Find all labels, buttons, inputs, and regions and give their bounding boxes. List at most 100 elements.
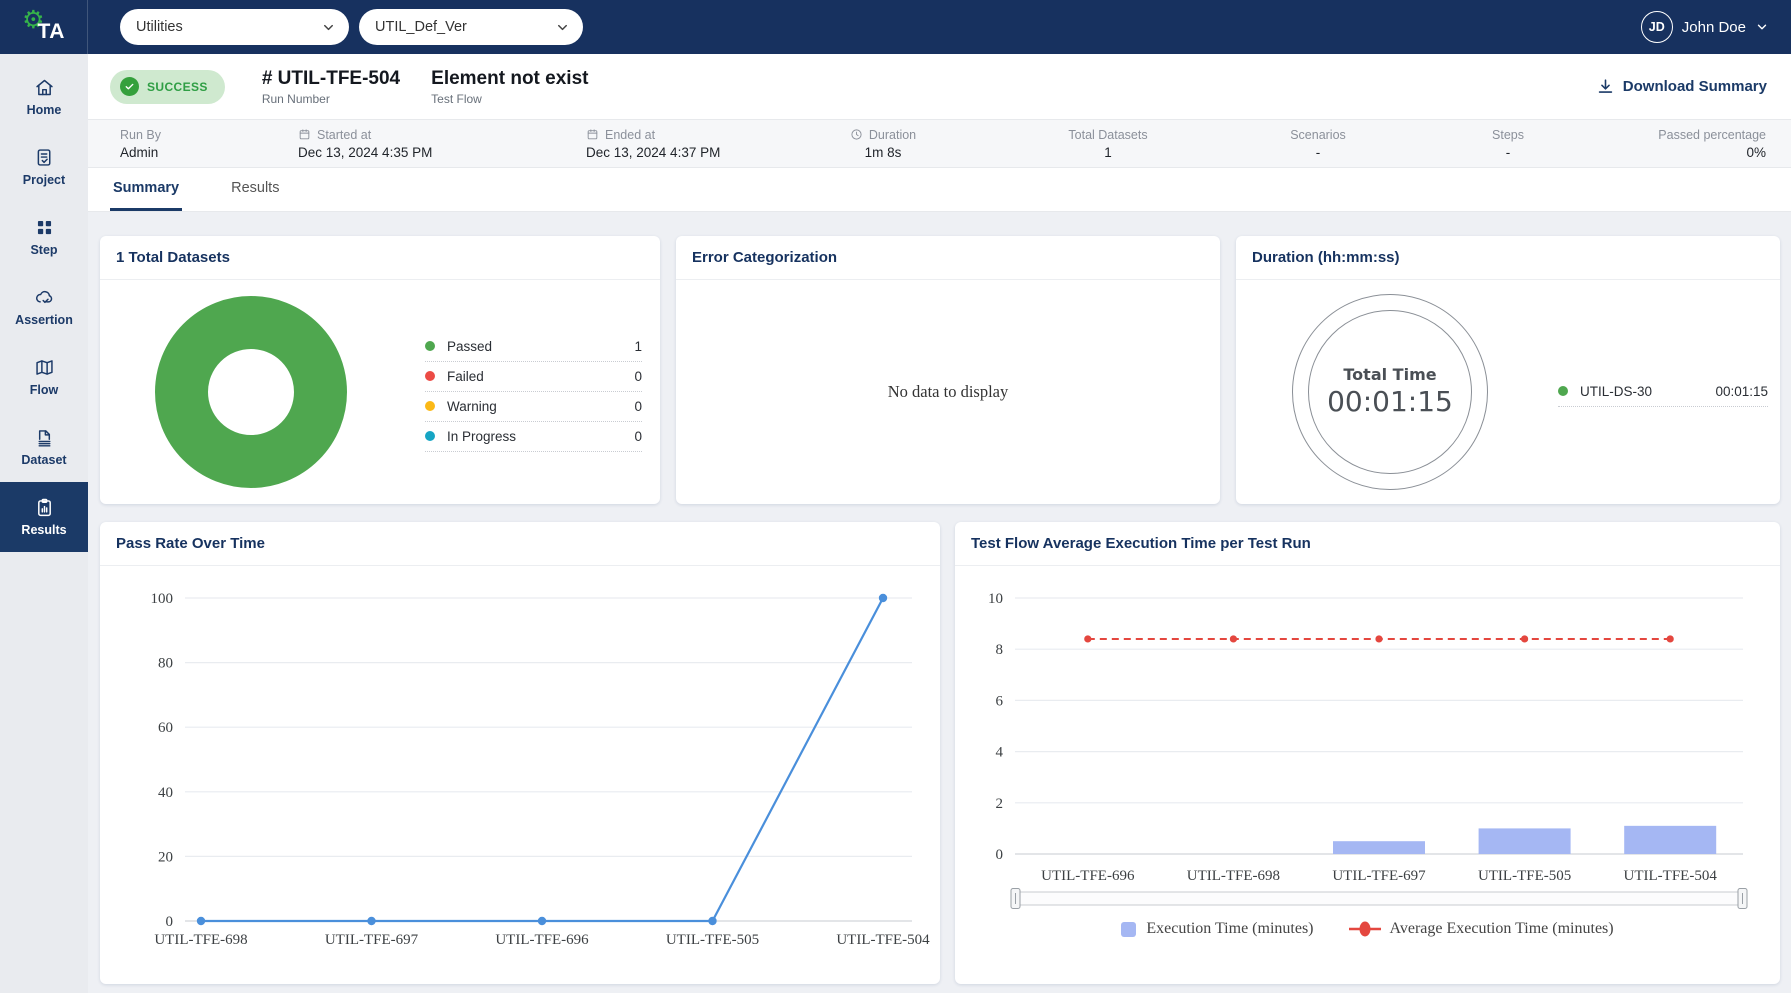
project-dropdown[interactable]: Utilities bbox=[120, 9, 349, 45]
sidebar-item-dataset[interactable]: Dataset bbox=[0, 412, 88, 482]
execution-time-bar[interactable] bbox=[1624, 826, 1716, 854]
logo-text: TA bbox=[37, 20, 64, 44]
bar-chart-legend: Execution Time (minutes) Average Executi… bbox=[955, 920, 1780, 938]
legend-average-execution-time[interactable]: Average Execution Time (minutes) bbox=[1348, 920, 1614, 938]
duration-legend: UTIL-DS-30 00:01:15 bbox=[1558, 377, 1768, 407]
dataset-dot bbox=[1558, 386, 1568, 396]
info-steps: Steps - bbox=[1373, 128, 1643, 160]
test-flow-name: Element not exist bbox=[431, 68, 588, 90]
calendar-icon bbox=[586, 128, 599, 141]
average-point[interactable] bbox=[1230, 635, 1237, 642]
info-scenarios: Scenarios - bbox=[1263, 128, 1373, 160]
info-started-at: Started at Dec 13, 2024 4:35 PM bbox=[288, 128, 578, 160]
legend-execution-time[interactable]: Execution Time (minutes) bbox=[1121, 920, 1313, 938]
axis-label: UTIL-TFE-505 bbox=[1478, 868, 1571, 884]
download-icon bbox=[1596, 77, 1615, 96]
avatar: JD bbox=[1641, 11, 1673, 43]
axis-label: 60 bbox=[158, 720, 173, 736]
info-duration: Duration 1m 8s bbox=[813, 128, 953, 160]
axis-label: UTIL-TFE-696 bbox=[1041, 868, 1135, 884]
axis-label: 0 bbox=[996, 847, 1004, 863]
user-name: John Doe bbox=[1682, 19, 1746, 36]
download-summary-button[interactable]: Download Summary bbox=[1596, 77, 1767, 96]
total-datasets-card: 1 Total Datasets Passed 1 Failed bbox=[100, 236, 660, 504]
axis-label: UTIL-TFE-697 bbox=[1332, 868, 1426, 884]
version-dropdown-value: UTIL_Def_Ver bbox=[375, 19, 467, 35]
info-ended-at: Ended at Dec 13, 2024 4:37 PM bbox=[578, 128, 813, 160]
axis-label: UTIL-TFE-698 bbox=[154, 932, 247, 948]
test-flow-block: Element not exist Test Flow bbox=[431, 68, 588, 106]
average-point[interactable] bbox=[1667, 635, 1674, 642]
sidebar-item-step[interactable]: Step bbox=[0, 202, 88, 272]
card-title: Error Categorization bbox=[676, 236, 1220, 280]
home-icon bbox=[34, 77, 55, 98]
sidebar-item-results[interactable]: Results bbox=[0, 482, 88, 552]
data-point[interactable] bbox=[197, 917, 205, 925]
bar-swatch-icon bbox=[1121, 922, 1136, 937]
axis-label: 6 bbox=[996, 693, 1004, 709]
legend-item-failed: Failed 0 bbox=[425, 362, 642, 392]
axis-label: 10 bbox=[988, 591, 1003, 607]
run-number-block: # UTIL-TFE-504 Run Number bbox=[262, 68, 400, 106]
zoom-slider-track[interactable] bbox=[1015, 892, 1743, 905]
data-point[interactable] bbox=[367, 917, 375, 925]
total-time-value: 00:01:15 bbox=[1327, 385, 1453, 418]
tab-bar: Summary Results bbox=[88, 168, 1791, 212]
version-dropdown[interactable]: UTIL_Def_Ver bbox=[359, 9, 583, 45]
run-header: SUCCESS # UTIL-TFE-504 Run Number Elemen… bbox=[88, 54, 1791, 119]
legend-item-warning: Warning 0 bbox=[425, 392, 642, 422]
sidebar-item-flow[interactable]: Flow bbox=[0, 342, 88, 412]
main-area: SUCCESS # UTIL-TFE-504 Run Number Elemen… bbox=[88, 54, 1791, 993]
axis-label: UTIL-TFE-698 bbox=[1187, 868, 1280, 884]
card-title: Duration (hh:mm:ss) bbox=[1236, 236, 1780, 280]
sidebar: Home Project Step Assertion bbox=[0, 54, 88, 993]
failed-dot bbox=[425, 371, 435, 381]
data-point[interactable] bbox=[538, 917, 546, 925]
execution-time-bar[interactable] bbox=[1333, 841, 1425, 854]
axis-label: UTIL-TFE-504 bbox=[836, 932, 930, 948]
project-icon bbox=[34, 147, 55, 168]
axis-label: UTIL-TFE-505 bbox=[666, 932, 759, 948]
card-title: Test Flow Average Execution Time per Tes… bbox=[955, 522, 1780, 566]
warning-dot bbox=[425, 401, 435, 411]
axis-label: 40 bbox=[158, 785, 173, 801]
sidebar-item-assertion[interactable]: Assertion bbox=[0, 272, 88, 342]
tab-summary[interactable]: Summary bbox=[110, 168, 182, 211]
legend-item-in-progress: In Progress 0 bbox=[425, 422, 642, 452]
chevron-down-icon bbox=[1755, 20, 1769, 34]
axis-label: 100 bbox=[151, 591, 174, 607]
duration-card: Duration (hh:mm:ss) Total Time 00:01:15 bbox=[1236, 236, 1780, 504]
in-progress-dot bbox=[425, 431, 435, 441]
project-dropdown-value: Utilities bbox=[136, 19, 183, 35]
dataset-icon bbox=[34, 427, 55, 448]
info-total-datasets: Total Datasets 1 bbox=[953, 128, 1263, 160]
app-logo[interactable]: ⚙ TA bbox=[0, 0, 88, 54]
sidebar-item-home[interactable]: Home bbox=[0, 62, 88, 132]
axis-label: UTIL-TFE-696 bbox=[495, 932, 589, 948]
tab-results[interactable]: Results bbox=[228, 168, 282, 211]
results-icon bbox=[34, 497, 55, 518]
chevron-down-icon bbox=[321, 20, 336, 35]
info-passed-percentage: Passed percentage 0% bbox=[1643, 128, 1791, 160]
axis-label: 8 bbox=[996, 642, 1004, 658]
run-number: # UTIL-TFE-504 bbox=[262, 68, 400, 90]
average-point[interactable] bbox=[1375, 635, 1382, 642]
average-point[interactable] bbox=[1084, 635, 1091, 642]
pass-rate-line-chart: 020406080100UTIL-TFE-698UTIL-TFE-697UTIL… bbox=[100, 572, 940, 972]
datasets-donut-chart bbox=[155, 296, 347, 488]
avg-line-marker-icon bbox=[1348, 920, 1382, 938]
execution-time-bar[interactable] bbox=[1479, 828, 1571, 854]
flow-icon bbox=[34, 357, 55, 378]
data-point[interactable] bbox=[879, 594, 887, 602]
card-title: 1 Total Datasets bbox=[100, 236, 660, 280]
average-point[interactable] bbox=[1521, 635, 1528, 642]
data-point[interactable] bbox=[708, 917, 716, 925]
execution-time-bar-chart: 0246810UTIL-TFE-696UTIL-TFE-698UTIL-TFE-… bbox=[955, 572, 1780, 912]
sidebar-item-project[interactable]: Project bbox=[0, 132, 88, 202]
assertion-icon bbox=[34, 287, 55, 308]
pass-rate-line bbox=[201, 598, 883, 921]
error-categorization-card: Error Categorization No data to display bbox=[676, 236, 1220, 504]
top-navbar: ⚙ TA Utilities UTIL_Def_Ver JD John Doe bbox=[0, 0, 1791, 54]
axis-label: UTIL-TFE-504 bbox=[1624, 868, 1718, 884]
user-menu[interactable]: JD John Doe bbox=[1641, 11, 1769, 43]
